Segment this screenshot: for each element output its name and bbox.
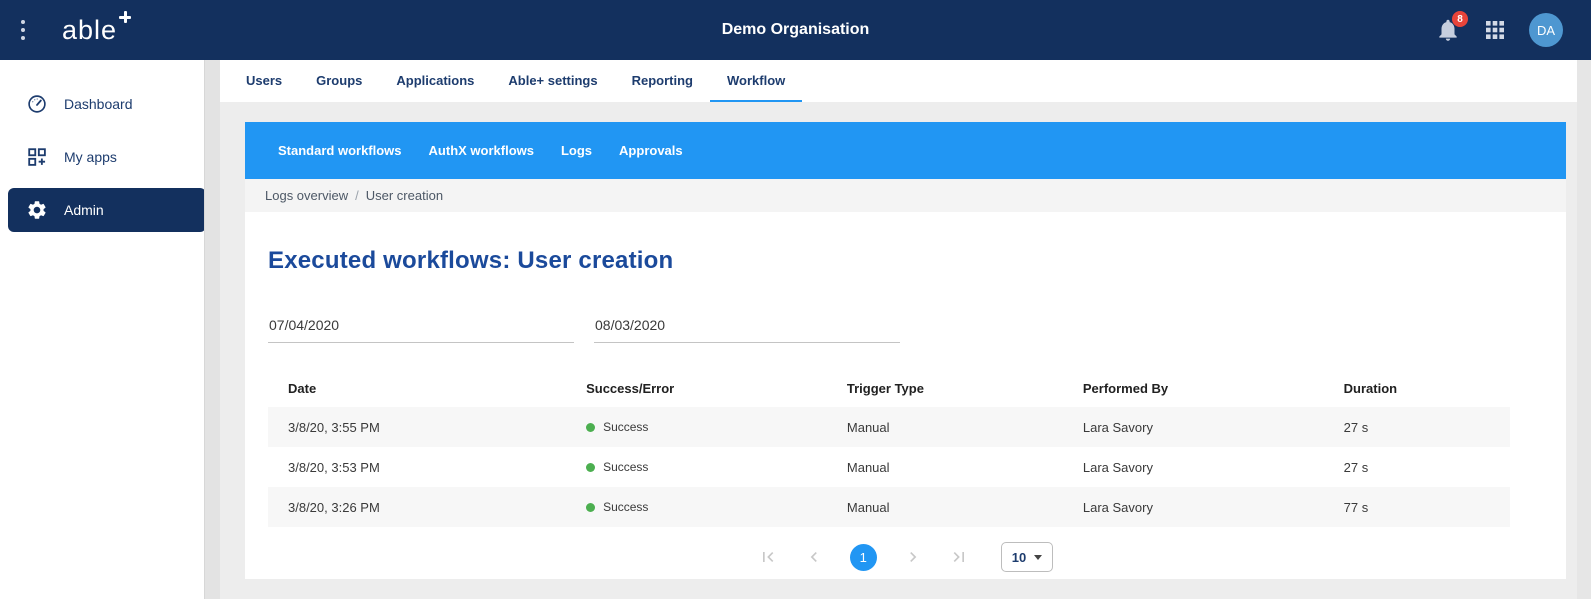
sidebar-item-dashboard[interactable]: Dashboard <box>8 82 206 126</box>
notifications-button[interactable]: 8 <box>1435 17 1461 43</box>
cell-performed-by: Lara Savory <box>1063 460 1324 475</box>
column-header-performed-by: Performed By <box>1063 381 1324 396</box>
status-label: Success <box>603 500 648 514</box>
tab-reporting[interactable]: Reporting <box>615 60 710 102</box>
table-body: 3/8/20, 3:55 PM Success Manual Lara Savo… <box>268 407 1510 527</box>
brand-logo[interactable]: able <box>62 13 131 47</box>
chevron-down-icon <box>1034 555 1042 560</box>
success-dot-icon <box>586 463 595 472</box>
logs-panel: Executed workflows: User creation Date S… <box>245 212 1566 579</box>
apps-grid-icon <box>1483 18 1507 42</box>
user-avatar[interactable]: DA <box>1529 13 1563 47</box>
pagination: 1 10 <box>268 542 1543 572</box>
cell-date: 3/8/20, 3:53 PM <box>268 460 566 475</box>
breadcrumb: Logs overview / User creation <box>245 179 1566 212</box>
success-dot-icon <box>586 503 595 512</box>
cell-performed-by: Lara Savory <box>1063 420 1324 435</box>
logo-text: able <box>62 13 117 47</box>
cell-duration: 77 s <box>1324 500 1510 515</box>
date-to-input[interactable] <box>594 317 900 343</box>
gear-icon <box>26 199 48 221</box>
organisation-title: Demo Organisation <box>0 21 1591 39</box>
success-dot-icon <box>586 423 595 432</box>
executed-workflows-table: Date Success/Error Trigger Type Performe… <box>268 369 1510 527</box>
status-label: Success <box>603 460 648 474</box>
cell-trigger-type: Manual <box>827 500 1063 515</box>
table-row[interactable]: 3/8/20, 3:53 PM Success Manual Lara Savo… <box>268 447 1510 487</box>
apps-grid-button[interactable] <box>1483 18 1507 42</box>
page-title: Executed workflows: User creation <box>268 247 1543 275</box>
content-column: Standard workflows AuthX workflows Logs … <box>245 122 1566 579</box>
current-page-button[interactable]: 1 <box>850 544 877 571</box>
sidebar-item-admin[interactable]: Admin <box>8 188 206 232</box>
main-area: Users Groups Applications Able+ settings… <box>220 60 1591 599</box>
speedometer-icon <box>26 93 48 115</box>
table-header-row: Date Success/Error Trigger Type Performe… <box>268 369 1510 407</box>
workflow-subnav: Standard workflows AuthX workflows Logs … <box>245 122 1566 179</box>
table-row[interactable]: 3/8/20, 3:26 PM Success Manual Lara Savo… <box>268 487 1510 527</box>
first-page-icon <box>758 547 778 567</box>
cell-trigger-type: Manual <box>827 460 1063 475</box>
tab-workflow[interactable]: Workflow <box>710 60 802 102</box>
last-page-icon <box>949 547 969 567</box>
breadcrumb-logs-overview[interactable]: Logs overview <box>265 188 348 203</box>
app-header: able Demo Organisation 8 DA <box>0 0 1591 60</box>
date-filter-row <box>268 317 1543 343</box>
column-header-duration: Duration <box>1324 381 1510 396</box>
cell-status: Success <box>566 420 827 434</box>
first-page-button[interactable] <box>758 547 778 567</box>
cell-duration: 27 s <box>1324 460 1510 475</box>
tab-users[interactable]: Users <box>229 60 299 102</box>
cell-status: Success <box>566 500 827 514</box>
subnav-logs[interactable]: Logs <box>561 143 592 158</box>
cell-trigger-type: Manual <box>827 420 1063 435</box>
sidebar-item-label: My apps <box>64 149 117 165</box>
grid-plus-icon <box>26 146 48 168</box>
last-page-button[interactable] <box>949 547 969 567</box>
next-page-button[interactable] <box>903 547 923 567</box>
cell-date: 3/8/20, 3:55 PM <box>268 420 566 435</box>
sidebar-item-label: Admin <box>64 202 104 218</box>
tab-applications[interactable]: Applications <box>379 60 491 102</box>
sidebar: Dashboard My apps Admin <box>0 60 220 599</box>
chevron-right-icon <box>903 547 923 567</box>
column-header-date: Date <box>268 381 566 396</box>
breadcrumb-user-creation[interactable]: User creation <box>366 188 443 203</box>
header-actions: 8 DA <box>1435 13 1591 47</box>
logo-plus-icon <box>119 11 131 23</box>
cell-status: Success <box>566 460 827 474</box>
breadcrumb-separator: / <box>355 188 359 203</box>
previous-page-button[interactable] <box>804 547 824 567</box>
column-header-trigger-type: Trigger Type <box>827 381 1063 396</box>
sidebar-scrollbar[interactable] <box>204 60 220 599</box>
tab-able-settings[interactable]: Able+ settings <box>491 60 614 102</box>
date-to-field <box>594 317 900 343</box>
column-header-success-error: Success/Error <box>566 381 827 396</box>
subnav-authx-workflows[interactable]: AuthX workflows <box>429 143 534 158</box>
date-from-input[interactable] <box>268 317 574 343</box>
cell-duration: 27 s <box>1324 420 1510 435</box>
tab-groups[interactable]: Groups <box>299 60 379 102</box>
sidebar-item-my-apps[interactable]: My apps <box>8 135 206 179</box>
date-from-field <box>268 317 574 343</box>
cell-date: 3/8/20, 3:26 PM <box>268 500 566 515</box>
vertical-scrollbar[interactable] <box>1577 60 1591 599</box>
chevron-left-icon <box>804 547 824 567</box>
table-row[interactable]: 3/8/20, 3:55 PM Success Manual Lara Savo… <box>268 407 1510 447</box>
subnav-approvals[interactable]: Approvals <box>619 143 683 158</box>
kebab-menu-icon[interactable] <box>0 20 46 40</box>
subnav-standard-workflows[interactable]: Standard workflows <box>278 143 402 158</box>
cell-performed-by: Lara Savory <box>1063 500 1324 515</box>
admin-tabbar: Users Groups Applications Able+ settings… <box>220 60 1591 102</box>
status-label: Success <box>603 420 648 434</box>
page-size-value: 10 <box>1012 550 1026 565</box>
notification-badge: 8 <box>1452 11 1468 27</box>
page-size-select[interactable]: 10 <box>1001 542 1053 572</box>
sidebar-item-label: Dashboard <box>64 96 133 112</box>
